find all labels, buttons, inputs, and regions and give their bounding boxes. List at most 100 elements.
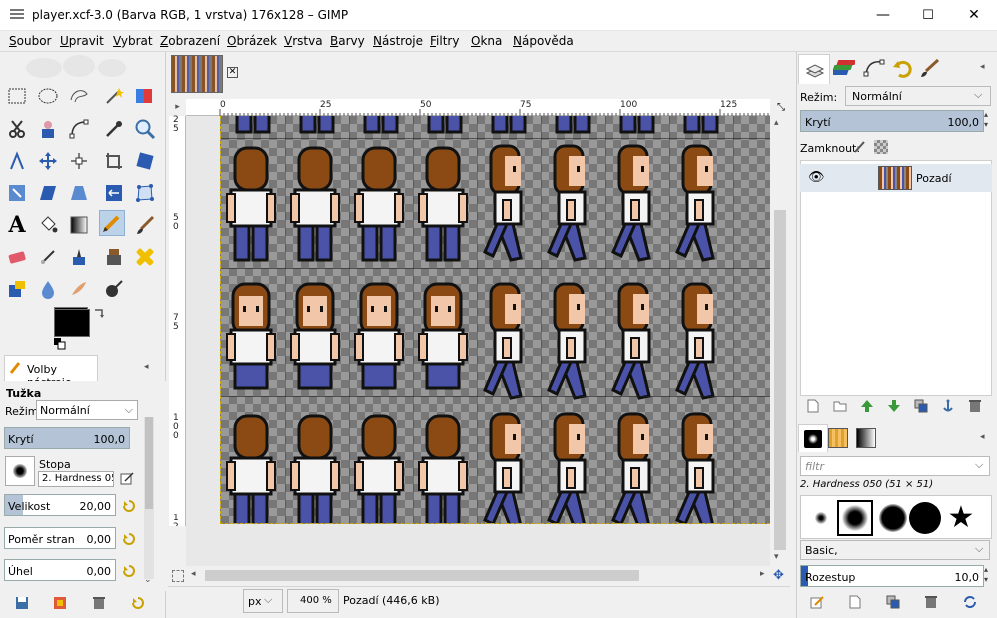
brush-item-selected[interactable]: [837, 500, 873, 536]
opacity-spin-icon[interactable]: ▴ ▾: [984, 110, 994, 130]
navigate-icon[interactable]: ✥: [773, 568, 784, 583]
menu-windows[interactable]: Okna: [471, 34, 502, 48]
paintbrush-icon[interactable]: [132, 212, 158, 238]
tab-brushes-panel[interactable]: [798, 424, 828, 452]
fuzzy-select-icon[interactable]: [101, 83, 127, 109]
color-picker-icon[interactable]: [101, 116, 127, 142]
angle-slider[interactable]: Úhel 0,00: [4, 559, 116, 581]
anchor-layer-icon[interactable]: [941, 399, 955, 413]
brush-item[interactable]: [875, 500, 911, 536]
brush-category-select[interactable]: Basic, ⌵: [800, 540, 990, 560]
rect-select-icon[interactable]: [4, 83, 30, 109]
unified-transform-icon[interactable]: [132, 148, 158, 174]
refresh-brushes-icon[interactable]: [962, 595, 978, 609]
brush-preview[interactable]: [5, 456, 35, 486]
color-select-icon[interactable]: [132, 83, 158, 109]
quick-mask-icon[interactable]: [172, 570, 184, 582]
ink-icon[interactable]: [66, 244, 92, 270]
save-options-icon[interactable]: [15, 596, 29, 610]
foreground-select-icon[interactable]: [35, 116, 61, 142]
menu-layer[interactable]: Vrstva: [284, 34, 323, 48]
edit-brush-dock-icon[interactable]: [810, 595, 824, 609]
delete-layer-icon[interactable]: [968, 399, 982, 413]
aspect-ratio-slider[interactable]: Poměr stran 0,00: [4, 527, 116, 549]
layer-row[interactable]: 👁 Pozadí: [800, 164, 992, 192]
swap-colors-icon[interactable]: [92, 307, 106, 321]
dodge-burn-icon[interactable]: [101, 276, 127, 302]
brush-item[interactable]: [907, 500, 943, 536]
scroll-down-icon[interactable]: ⌄: [144, 575, 152, 585]
maximize-button[interactable]: ☐: [905, 0, 951, 31]
zoom-icon[interactable]: [132, 116, 158, 142]
brushes-menu-icon[interactable]: ◂: [980, 432, 985, 442]
scroll-up-icon[interactable]: ▴: [774, 118, 779, 128]
brush-filter-input[interactable]: filtr ⌵: [800, 456, 990, 476]
restore-options-icon[interactable]: [53, 596, 67, 610]
duplicate-brush-icon[interactable]: [886, 595, 900, 609]
eraser-icon[interactable]: [4, 244, 30, 270]
menu-help[interactable]: Nápověda: [513, 34, 574, 48]
brush-name-field[interactable]: 2. Hardness 050: [38, 471, 114, 487]
opacity-slider[interactable]: Krytí 100,0: [4, 427, 130, 449]
tool-options-tab[interactable]: Volby nástroje: [4, 355, 98, 389]
shear-icon[interactable]: [35, 180, 61, 206]
delete-options-icon[interactable]: [92, 596, 106, 610]
patterns-icon[interactable]: [828, 428, 848, 448]
scroll-right-icon[interactable]: ▸: [760, 569, 765, 579]
airbrush-icon[interactable]: [35, 244, 61, 270]
menu-image[interactable]: Obrázek: [227, 34, 277, 48]
menu-colors[interactable]: Barvy: [330, 34, 365, 48]
tab-brushes[interactable]: [914, 54, 946, 82]
reset-options-icon[interactable]: [131, 596, 145, 610]
tab-channels[interactable]: [828, 54, 860, 82]
brush-grid[interactable]: ★: [800, 495, 992, 539]
layers-mode-select[interactable]: Normální ⌵: [845, 86, 991, 106]
tab-menu-icon[interactable]: ◂: [144, 362, 154, 372]
new-layer-icon[interactable]: [806, 399, 820, 413]
minimize-button[interactable]: —: [860, 0, 906, 31]
spacing-spin-icon[interactable]: ▴ ▾: [984, 565, 994, 585]
menu-file[interactable]: Soubor: [9, 34, 51, 48]
blur-icon[interactable]: [35, 276, 61, 302]
align-icon[interactable]: [66, 148, 92, 174]
perspective-icon[interactable]: [66, 180, 92, 206]
image-tab-thumbnail[interactable]: [171, 55, 223, 93]
measure-icon[interactable]: [4, 148, 30, 174]
ruler-corner-icon[interactable]: ▸: [169, 99, 186, 116]
lock-pixels-icon[interactable]: [852, 140, 866, 154]
zoom-fit-icon[interactable]: ⤡: [774, 99, 788, 116]
default-colors-icon[interactable]: [54, 338, 68, 350]
eye-visibility-icon[interactable]: 👁: [808, 170, 825, 185]
move-icon[interactable]: [35, 148, 61, 174]
menu-tools[interactable]: Nástroje: [373, 34, 423, 48]
perspective-clone-icon[interactable]: [4, 276, 30, 302]
star-brush-icon[interactable]: ★: [943, 500, 979, 536]
reset-angle-icon[interactable]: [122, 564, 136, 578]
menu-edit[interactable]: Upravit: [60, 34, 104, 48]
reset-aspect-icon[interactable]: [122, 532, 136, 546]
image-canvas[interactable]: [220, 116, 770, 524]
zoom-select[interactable]: 400 %: [287, 589, 339, 613]
heal-icon[interactable]: [132, 244, 158, 270]
fg-color[interactable]: [54, 309, 90, 337]
ellipse-select-icon[interactable]: [35, 83, 61, 109]
duplicate-layer-icon[interactable]: [914, 399, 928, 413]
size-slider[interactable]: Velikost 20,00: [4, 494, 116, 516]
free-select-icon[interactable]: [66, 83, 92, 109]
clone-icon[interactable]: [101, 244, 127, 270]
rotate-icon[interactable]: [4, 180, 30, 206]
gradient-icon[interactable]: [66, 212, 92, 238]
dock-menu-icon[interactable]: ◂: [980, 62, 985, 72]
vertical-scroll-thumb[interactable]: [774, 210, 786, 550]
unit-select[interactable]: px ⌵: [243, 589, 283, 613]
close-tab-icon[interactable]: ✕: [227, 67, 238, 78]
layers-opacity-slider[interactable]: Krytí 100,0: [800, 110, 984, 132]
lower-layer-icon[interactable]: [887, 399, 901, 413]
raise-layer-icon[interactable]: [860, 399, 874, 413]
crop-icon[interactable]: [101, 148, 127, 174]
tab-layers[interactable]: [798, 54, 830, 84]
new-layer-group-icon[interactable]: [833, 399, 847, 413]
scroll-down-icon[interactable]: ▾: [774, 552, 779, 562]
smudge-icon[interactable]: [66, 276, 92, 302]
lock-alpha-icon[interactable]: [874, 140, 888, 154]
